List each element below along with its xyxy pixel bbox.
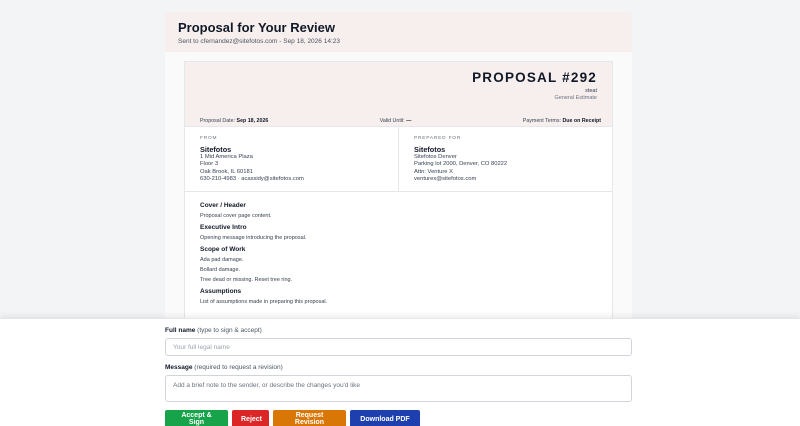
proposal-type: General Estimate — [554, 95, 598, 101]
to-contact: venturex@sitefotos.com — [414, 176, 477, 182]
page-title: Proposal for Your Review — [178, 20, 336, 35]
section-line: Proposal cover page content. — [200, 213, 272, 219]
section-line: Tree dead or missing. Reset tree ring. — [200, 277, 293, 283]
action-buttons: Accept & Sign Reject Request Revision Do… — [165, 410, 632, 426]
section-title: Cover / Header — [200, 202, 246, 209]
payment-terms: Payment Terms: Due on Receipt — [522, 117, 601, 124]
section-cover: Cover / Header Proposal cover page conte… — [200, 202, 597, 220]
from-line: Oak Brook, IL 60181 — [200, 168, 253, 175]
section-line: Bollard damage. — [200, 267, 241, 273]
message-input[interactable] — [165, 375, 632, 402]
from-line: Floor 3 — [200, 161, 219, 167]
section-title: Assumptions — [200, 288, 242, 295]
valid-until: Valid Until: — — [379, 117, 412, 124]
proposal-sections: Cover / Header Proposal cover page conte… — [185, 192, 612, 320]
download-pdf-button[interactable]: Download PDF — [350, 410, 420, 426]
section-title: Executive Intro — [200, 224, 247, 231]
section-line: Opening message introducing the proposal… — [200, 235, 307, 241]
name-field-label: Full name (type to sign & accept) — [165, 327, 262, 334]
section-intro: Executive Intro Opening message introduc… — [200, 224, 597, 242]
page-header: Proposal for Your Review Sent to cfernan… — [165, 12, 632, 52]
to-line: Sitefotos Denver — [414, 153, 457, 160]
request-revision-button[interactable]: Request Revision — [273, 410, 346, 426]
message-field-hint: (required to request a revision) — [194, 364, 283, 371]
proposal-number: PROPOSAL #292 — [472, 70, 597, 85]
from-name: Sitefotos — [200, 144, 232, 154]
section-scope: Scope of Work Ada pad damage. Bollard da… — [200, 246, 597, 284]
from-label: FROM — [200, 136, 218, 141]
to-line: Attn: Venture X — [414, 168, 453, 175]
section-assumptions: Assumptions List of assumptions made in … — [200, 288, 597, 306]
section-line: List of assumptions made in preparing th… — [200, 299, 328, 305]
reject-button[interactable]: Reject — [232, 410, 269, 426]
accept-sign-button[interactable]: Accept & Sign — [165, 410, 228, 426]
to-line: Parking lot 2000, Denver, CO 80222 — [414, 161, 508, 167]
from-contact: 630-210-4983 · acassidy@sitefotos.com — [200, 176, 304, 182]
proposal-date: Proposal Date: Sep 18, 2026 — [200, 117, 269, 124]
proposal-client: steat — [585, 88, 597, 94]
to-name: Sitefotos — [414, 144, 446, 154]
proposal-meta: Proposal Date: Sep 18, 2026 Valid Until:… — [185, 115, 612, 127]
name-field-hint: (type to sign & accept) — [197, 327, 262, 334]
to-label: PREPARED FOR — [414, 136, 462, 141]
page-subtitle: Sent to cfernandez@sitefotos.com - Sep 1… — [178, 38, 340, 45]
action-panel: Full name (type to sign & accept) Messag… — [0, 318, 800, 426]
section-title: Scope of Work — [200, 246, 246, 253]
message-field-label: Message (required to request a revision) — [165, 364, 283, 371]
from-party: FROM Sitefotos 1 Mid America Plaza Floor… — [185, 127, 398, 191]
action-panel-content: Full name (type to sign & accept) Messag… — [165, 319, 632, 426]
full-name-input[interactable] — [165, 338, 632, 356]
from-line: 1 Mid America Plaza — [200, 153, 253, 160]
section-line: Ada pad damage. — [200, 257, 244, 263]
parties: FROM Sitefotos 1 Mid America Plaza Floor… — [185, 127, 612, 192]
to-party: PREPARED FOR Sitefotos Sitefotos Denver … — [398, 127, 612, 191]
